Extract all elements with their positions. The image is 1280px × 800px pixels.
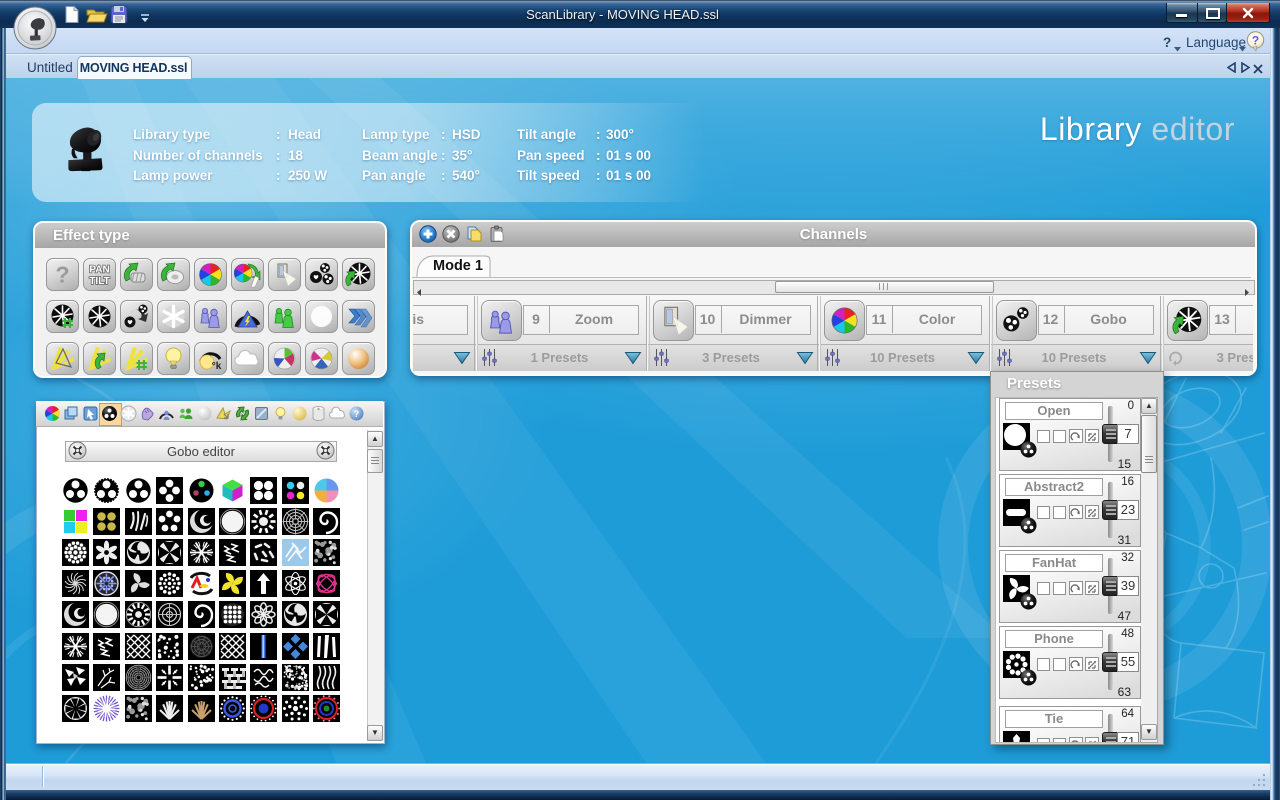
- svg-text:?: ?: [354, 409, 360, 419]
- svg-text:?: ?: [55, 262, 69, 288]
- svg-text:PAN: PAN: [89, 265, 109, 276]
- svg-text:?: ?: [1252, 34, 1259, 48]
- svg-text:°k: °k: [212, 361, 222, 372]
- svg-text:TILT: TILT: [89, 276, 109, 287]
